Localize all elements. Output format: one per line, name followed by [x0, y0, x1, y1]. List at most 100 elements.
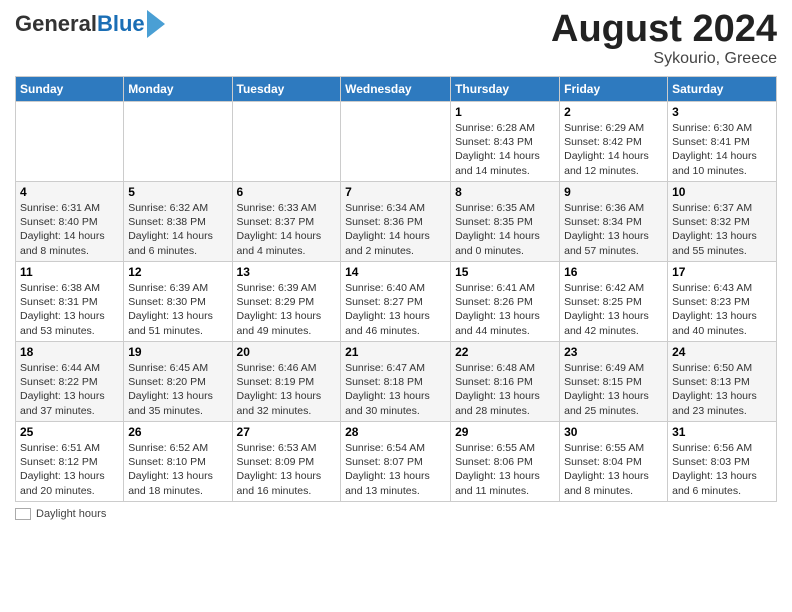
- day-info: Sunrise: 6:37 AMSunset: 8:32 PMDaylight:…: [672, 201, 772, 258]
- calendar-cell: 7 Sunrise: 6:34 AMSunset: 8:36 PMDaylight…: [341, 182, 451, 262]
- calendar-cell: 23 Sunrise: 6:49 AMSunset: 8:15 PMDayligh…: [560, 342, 668, 422]
- day-info: Sunrise: 6:34 AMSunset: 8:36 PMDaylight:…: [345, 201, 446, 258]
- calendar-header-row: SundayMondayTuesdayWednesdayThursdayFrid…: [16, 77, 777, 102]
- day-info: Sunrise: 6:46 AMSunset: 8:19 PMDaylight:…: [237, 361, 337, 418]
- logo: GeneralBlue: [15, 10, 165, 38]
- day-number: 27: [237, 425, 337, 439]
- calendar-cell: 30 Sunrise: 6:55 AMSunset: 8:04 PMDayligh…: [560, 422, 668, 502]
- day-number: 13: [237, 265, 337, 279]
- day-of-week-header: Friday: [560, 77, 668, 102]
- calendar-week-row: 11Sunrise: 6:38 AMSunset: 8:31 PMDayligh…: [16, 262, 777, 342]
- day-number: 17: [672, 265, 772, 279]
- day-number: 20: [237, 345, 337, 359]
- calendar-cell: 28Sunrise: 6:54 AMSunset: 8:07 PMDayligh…: [341, 422, 451, 502]
- day-number: 8: [455, 185, 555, 199]
- day-of-week-header: Saturday: [668, 77, 777, 102]
- logo-general: General: [15, 11, 97, 37]
- day-info: Sunrise: 6:39 AMSunset: 8:29 PMDaylight:…: [237, 281, 337, 338]
- day-number: 29: [455, 425, 555, 439]
- day-of-week-header: Wednesday: [341, 77, 451, 102]
- day-info: Sunrise: 6:45 AMSunset: 8:20 PMDaylight:…: [128, 361, 227, 418]
- day-info: Sunrise: 6:29 AMSunset: 8:42 PMDaylight:…: [564, 121, 663, 178]
- day-number: 1: [455, 105, 555, 119]
- calendar-week-row: 25Sunrise: 6:51 AMSunset: 8:12 PMDayligh…: [16, 422, 777, 502]
- day-info: Sunrise: 6:28 AMSunset: 8:43 PMDaylight:…: [455, 121, 555, 178]
- calendar-cell: 5 Sunrise: 6:32 AMSunset: 8:38 PMDaylight…: [124, 182, 232, 262]
- day-info: Sunrise: 6:39 AMSunset: 8:30 PMDaylight:…: [128, 281, 227, 338]
- location-subtitle: Sykourio, Greece: [551, 50, 777, 68]
- day-info: Sunrise: 6:47 AMSunset: 8:18 PMDaylight:…: [345, 361, 446, 418]
- calendar-cell: 14Sunrise: 6:40 AMSunset: 8:27 PMDayligh…: [341, 262, 451, 342]
- day-number: 26: [128, 425, 227, 439]
- calendar-cell: 8 Sunrise: 6:35 AMSunset: 8:35 PMDaylight…: [451, 182, 560, 262]
- day-of-week-header: Tuesday: [232, 77, 341, 102]
- day-info: Sunrise: 6:30 AMSunset: 8:41 PMDaylight:…: [672, 121, 772, 178]
- logo-blue: Blue: [97, 11, 145, 37]
- calendar-cell: 17Sunrise: 6:43 AMSunset: 8:23 PMDayligh…: [668, 262, 777, 342]
- day-of-week-header: Sunday: [16, 77, 124, 102]
- day-info: Sunrise: 6:33 AMSunset: 8:37 PMDaylight:…: [237, 201, 337, 258]
- calendar-cell: 18 Sunrise: 6:44 AMSunset: 8:22 PMDayligh…: [16, 342, 124, 422]
- calendar-week-row: 18 Sunrise: 6:44 AMSunset: 8:22 PMDayligh…: [16, 342, 777, 422]
- calendar-cell: 21Sunrise: 6:47 AMSunset: 8:18 PMDayligh…: [341, 342, 451, 422]
- day-number: 23: [564, 345, 663, 359]
- day-info: Sunrise: 6:55 AMSunset: 8:06 PMDaylight:…: [455, 441, 555, 498]
- title-area: August 2024 Sykourio, Greece: [551, 10, 777, 68]
- day-info: Sunrise: 6:52 AMSunset: 8:10 PMDaylight:…: [128, 441, 227, 498]
- calendar-cell: 15Sunrise: 6:41 AMSunset: 8:26 PMDayligh…: [451, 262, 560, 342]
- calendar-cell: 4 Sunrise: 6:31 AMSunset: 8:40 PMDaylight…: [16, 182, 124, 262]
- day-info: Sunrise: 6:44 AMSunset: 8:22 PMDaylight:…: [20, 361, 119, 418]
- calendar-cell: 29 Sunrise: 6:55 AMSunset: 8:06 PMDayligh…: [451, 422, 560, 502]
- day-info: Sunrise: 6:31 AMSunset: 8:40 PMDaylight:…: [20, 201, 119, 258]
- day-number: 24: [672, 345, 772, 359]
- calendar-cell: 22 Sunrise: 6:48 AMSunset: 8:16 PMDayligh…: [451, 342, 560, 422]
- calendar-cell: 31Sunrise: 6:56 AMSunset: 8:03 PMDayligh…: [668, 422, 777, 502]
- legend: Daylight hours: [15, 508, 777, 520]
- calendar-cell: 19 Sunrise: 6:45 AMSunset: 8:20 PMDayligh…: [124, 342, 232, 422]
- day-info: Sunrise: 6:50 AMSunset: 8:13 PMDaylight:…: [672, 361, 772, 418]
- calendar-cell: [341, 102, 451, 182]
- day-number: 18: [20, 345, 119, 359]
- calendar-cell: 27Sunrise: 6:53 AMSunset: 8:09 PMDayligh…: [232, 422, 341, 502]
- calendar-cell: 1 Sunrise: 6:28 AMSunset: 8:43 PMDaylight…: [451, 102, 560, 182]
- calendar-cell: [232, 102, 341, 182]
- calendar-cell: 2 Sunrise: 6:29 AMSunset: 8:42 PMDaylight…: [560, 102, 668, 182]
- calendar-cell: 11Sunrise: 6:38 AMSunset: 8:31 PMDayligh…: [16, 262, 124, 342]
- day-number: 30: [564, 425, 663, 439]
- day-info: Sunrise: 6:54 AMSunset: 8:07 PMDaylight:…: [345, 441, 446, 498]
- day-number: 19: [128, 345, 227, 359]
- calendar-cell: 26 Sunrise: 6:52 AMSunset: 8:10 PMDayligh…: [124, 422, 232, 502]
- day-number: 9: [564, 185, 663, 199]
- day-of-week-header: Monday: [124, 77, 232, 102]
- day-info: Sunrise: 6:32 AMSunset: 8:38 PMDaylight:…: [128, 201, 227, 258]
- calendar-cell: 13 Sunrise: 6:39 AMSunset: 8:29 PMDayligh…: [232, 262, 341, 342]
- day-info: Sunrise: 6:40 AMSunset: 8:27 PMDaylight:…: [345, 281, 446, 338]
- day-number: 7: [345, 185, 446, 199]
- day-info: Sunrise: 6:55 AMSunset: 8:04 PMDaylight:…: [564, 441, 663, 498]
- day-info: Sunrise: 6:38 AMSunset: 8:31 PMDaylight:…: [20, 281, 119, 338]
- day-info: Sunrise: 6:56 AMSunset: 8:03 PMDaylight:…: [672, 441, 772, 498]
- calendar-cell: 16Sunrise: 6:42 AMSunset: 8:25 PMDayligh…: [560, 262, 668, 342]
- calendar-cell: 9Sunrise: 6:36 AMSunset: 8:34 PMDaylight…: [560, 182, 668, 262]
- day-number: 12: [128, 265, 227, 279]
- day-number: 22: [455, 345, 555, 359]
- day-info: Sunrise: 6:42 AMSunset: 8:25 PMDaylight:…: [564, 281, 663, 338]
- day-number: 3: [672, 105, 772, 119]
- day-number: 5: [128, 185, 227, 199]
- day-number: 2: [564, 105, 663, 119]
- day-of-week-header: Thursday: [451, 77, 560, 102]
- calendar-cell: 3 Sunrise: 6:30 AMSunset: 8:41 PMDaylight…: [668, 102, 777, 182]
- calendar-cell: 6Sunrise: 6:33 AMSunset: 8:37 PMDaylight…: [232, 182, 341, 262]
- legend-box: [15, 508, 31, 520]
- day-info: Sunrise: 6:35 AMSunset: 8:35 PMDaylight:…: [455, 201, 555, 258]
- day-number: 4: [20, 185, 119, 199]
- calendar-table: SundayMondayTuesdayWednesdayThursdayFrid…: [15, 76, 777, 502]
- calendar-cell: [124, 102, 232, 182]
- day-info: Sunrise: 6:49 AMSunset: 8:15 PMDaylight:…: [564, 361, 663, 418]
- day-info: Sunrise: 6:51 AMSunset: 8:12 PMDaylight:…: [20, 441, 119, 498]
- legend-label: Daylight hours: [36, 508, 106, 520]
- day-info: Sunrise: 6:48 AMSunset: 8:16 PMDaylight:…: [455, 361, 555, 418]
- calendar-cell: 12 Sunrise: 6:39 AMSunset: 8:30 PMDayligh…: [124, 262, 232, 342]
- day-number: 15: [455, 265, 555, 279]
- logo-text: GeneralBlue: [15, 10, 165, 38]
